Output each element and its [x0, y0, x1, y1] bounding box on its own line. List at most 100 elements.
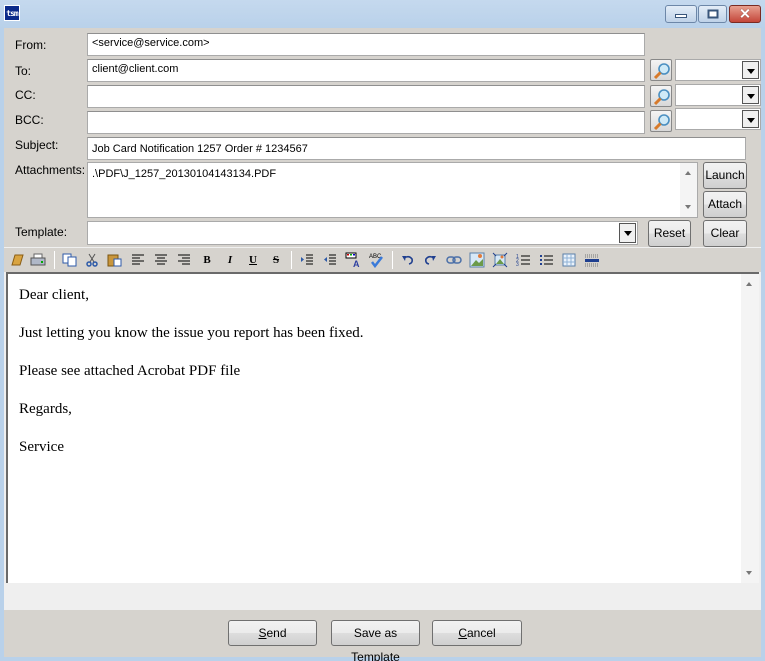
table-icon [562, 253, 576, 267]
email-form: From: <service@service.com> To: client@c… [4, 28, 761, 661]
message-body-editor[interactable]: Dear client, Just letting you know the i… [6, 272, 759, 583]
maximize-icon [707, 9, 718, 19]
from-field[interactable]: <service@service.com> [87, 33, 645, 56]
maximize-button[interactable] [698, 5, 727, 23]
send-button[interactable]: Send [228, 620, 317, 646]
align-left-icon [132, 254, 144, 265]
print-button[interactable] [29, 251, 47, 269]
bulleted-list-button[interactable] [537, 251, 555, 269]
redo-icon [425, 255, 436, 265]
toolbar-separator [54, 251, 55, 269]
outdent-icon [324, 254, 336, 265]
attach-button[interactable]: Attach [703, 191, 747, 218]
align-left-button[interactable] [129, 251, 147, 269]
formatting-toolbar: B I U S A ABC 12 3 [4, 247, 761, 271]
undo-icon [402, 255, 413, 265]
redo-button[interactable] [421, 251, 439, 269]
magnifier-icon [653, 89, 670, 106]
toolbar-separator [392, 251, 393, 269]
attachment-item[interactable]: .\PDF\J_1257_20130104143134.PDF [92, 168, 276, 180]
toolbar-separator [291, 251, 292, 269]
subject-label: Subject: [15, 138, 59, 152]
chevron-down-icon[interactable] [742, 86, 759, 104]
outdent-button[interactable] [321, 251, 339, 269]
reset-button[interactable]: Reset [648, 220, 691, 247]
insert-image-button[interactable] [468, 251, 486, 269]
bcc-field[interactable] [87, 111, 645, 134]
editor-scrollbar[interactable] [741, 274, 759, 583]
body-paragraph: Dear client, [19, 287, 89, 303]
cc-lookup-button[interactable] [650, 85, 672, 107]
minimize-button[interactable] [665, 5, 697, 23]
template-label: Template: [15, 225, 68, 239]
cut-button[interactable] [83, 251, 101, 269]
to-address-combo[interactable] [675, 59, 761, 81]
open-icon [11, 254, 24, 266]
cancel-label: ancel [466, 626, 496, 640]
insert-table-button[interactable] [560, 251, 578, 269]
cc-label: CC: [15, 88, 36, 102]
horizontal-rule-button[interactable] [583, 251, 601, 269]
image-icon [469, 252, 485, 268]
close-button[interactable]: ✕ [729, 5, 761, 23]
align-right-button[interactable] [175, 251, 193, 269]
attachments-scrollbar[interactable] [680, 163, 697, 217]
font-color-button[interactable]: A [344, 251, 362, 269]
open-button[interactable] [8, 251, 26, 269]
print-icon [30, 253, 46, 266]
save-as-template-button[interactable]: Save as Template [331, 620, 420, 661]
chevron-down-icon[interactable] [619, 223, 636, 243]
scroll-up-icon[interactable] [685, 171, 691, 175]
clear-button[interactable]: Clear [703, 220, 747, 247]
chevron-down-icon[interactable] [742, 110, 759, 128]
template-combo[interactable] [87, 221, 638, 245]
link-button[interactable] [445, 251, 463, 269]
svg-text:A: A [353, 259, 360, 268]
cancel-button[interactable]: Cancel [432, 620, 522, 646]
cut-icon [86, 253, 98, 267]
to-label: To: [15, 64, 32, 78]
image-properties-button[interactable] [491, 251, 509, 269]
scroll-up-icon[interactable] [746, 282, 752, 286]
minimize-icon [675, 14, 687, 18]
cancel-accel: C [458, 626, 467, 640]
italic-button[interactable]: I [221, 251, 239, 269]
attachments-label: Attachments: [15, 163, 86, 177]
to-lookup-button[interactable] [650, 59, 672, 81]
undo-button[interactable] [399, 251, 417, 269]
bcc-label: BCC: [15, 113, 44, 127]
align-center-button[interactable] [152, 251, 170, 269]
body-paragraph: Regards, [19, 401, 72, 417]
scroll-down-icon[interactable] [685, 205, 691, 209]
numbered-list-button[interactable]: 123 [514, 251, 532, 269]
spell-check-button[interactable]: ABC [367, 251, 385, 269]
strikethrough-button[interactable]: S [267, 251, 285, 269]
paste-icon [107, 254, 122, 267]
copy-icon [62, 253, 77, 267]
numbered-list-icon: 123 [516, 254, 530, 267]
scroll-down-icon[interactable] [746, 571, 752, 575]
body-paragraph: Just letting you know the issue you repo… [19, 325, 364, 341]
magnifier-icon [653, 114, 670, 131]
copy-button[interactable] [61, 251, 79, 269]
bold-button[interactable]: B [198, 251, 216, 269]
launch-button[interactable]: Launch [703, 162, 747, 189]
indent-icon [301, 254, 313, 265]
message-body[interactable]: Dear client, Just letting you know the i… [19, 286, 364, 476]
attachments-list[interactable]: .\PDF\J_1257_20130104143134.PDF [87, 162, 698, 218]
underline-button[interactable]: U [244, 251, 262, 269]
chevron-down-icon[interactable] [742, 61, 759, 79]
indent-button[interactable] [298, 251, 316, 269]
spell-check-icon: ABC [369, 254, 383, 268]
to-field[interactable]: client@client.com [87, 59, 645, 82]
cc-field[interactable] [87, 85, 645, 108]
body-paragraph: Service [19, 439, 64, 455]
bcc-address-combo[interactable] [675, 108, 761, 130]
cc-address-combo[interactable] [675, 84, 761, 106]
bcc-lookup-button[interactable] [650, 110, 672, 132]
subject-field[interactable]: Job Card Notification 1257 Order # 12345… [87, 137, 746, 160]
paste-button[interactable] [106, 251, 124, 269]
editor-area: Dear client, Just letting you know the i… [4, 272, 761, 610]
align-center-icon [155, 254, 167, 265]
title-bar: tsm ✕ [0, 0, 765, 28]
